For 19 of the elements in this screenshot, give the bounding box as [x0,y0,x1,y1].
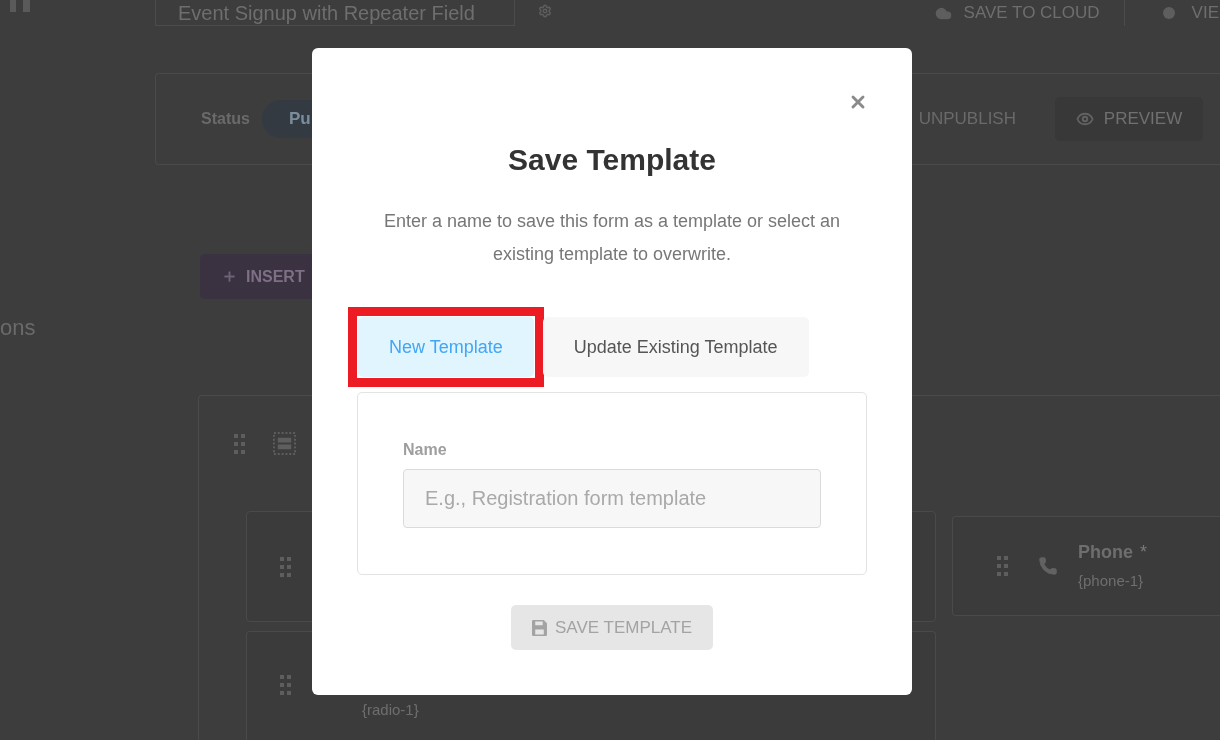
logo-icon[interactable] [10,0,30,12]
dotted-box-icon[interactable] [273,432,296,455]
tab[interactable]: Update Existing Template [542,317,809,377]
drag-handle-icon[interactable] [997,556,1008,576]
drag-handle-icon[interactable] [280,675,291,695]
tab[interactable]: New Template [358,317,534,377]
eye-icon [1075,110,1094,128]
required-mark: * [1140,541,1148,563]
gear-icon[interactable] [538,4,552,18]
drag-handle-icon[interactable] [234,433,245,454]
name-input[interactable]: E.g., Registration form template [403,469,821,528]
circle-icon [1162,7,1175,19]
preview-button[interactable]: PREVIEW [1055,97,1203,141]
dialog-title: Save Template [508,142,716,178]
name-label: Name [403,440,447,460]
drag-handle-icon[interactable] [280,556,291,577]
plus-icon [222,269,237,284]
dialog-description: Enter a name to save this form as a template or select an existing template to overwrite. [382,210,842,266]
phone-icon [1038,556,1058,576]
